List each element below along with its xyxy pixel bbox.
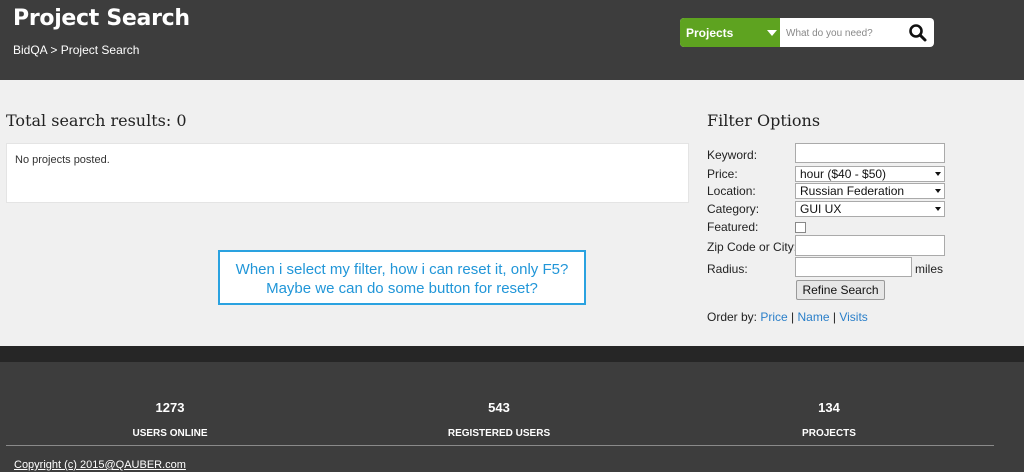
annotation-comment-text: When i select my filter, how i can reset…	[235, 261, 569, 297]
price-select[interactable]: hour ($40 - $50)	[795, 166, 945, 182]
stat-users-online: 1273 USERS ONLINE	[70, 400, 270, 439]
breadcrumb-current: Project Search	[60, 43, 140, 57]
order-by-separator: |	[791, 310, 795, 324]
search-bar: Projects	[680, 18, 934, 47]
stat-projects: 134 PROJECTS	[729, 400, 929, 439]
stat-value: 543	[488, 400, 510, 415]
chevron-down-icon	[935, 189, 941, 193]
filter-title: Filter Options	[707, 111, 821, 130]
copyright-link[interactable]: Copyright (c) 2015@QAUBER.com	[14, 459, 186, 471]
order-by-visits-link[interactable]: Visits	[839, 310, 867, 324]
chevron-down-icon	[935, 172, 941, 176]
chevron-down-icon	[935, 207, 941, 211]
stat-label: USERS ONLINE	[132, 428, 208, 439]
radius-input[interactable]	[795, 257, 912, 277]
search-icon[interactable]	[908, 23, 928, 43]
refine-search-button[interactable]: Refine Search	[796, 280, 885, 300]
order-by-separator: |	[832, 310, 836, 324]
search-category-dropdown[interactable]: Projects	[680, 18, 780, 47]
order-by-label: Order by:	[707, 310, 758, 324]
location-select-value: Russian Federation	[800, 184, 905, 198]
featured-label: Featured:	[707, 220, 759, 234]
results-title: Total search results: 0	[6, 111, 187, 130]
footer: 1273 USERS ONLINE 543 REGISTERED USERS 1…	[0, 362, 1024, 472]
order-by: Order by: Price | Name | Visits	[707, 310, 868, 324]
page-title: Project Search	[13, 6, 190, 31]
keyword-label: Keyword:	[707, 148, 758, 162]
location-label: Location:	[707, 184, 756, 198]
search-input[interactable]	[784, 22, 898, 44]
empty-results-message: No projects posted.	[15, 154, 110, 166]
price-label: Price:	[707, 167, 738, 181]
footer-divider	[6, 445, 994, 446]
category-select-value: GUI UX	[800, 202, 842, 216]
stat-value: 1273	[155, 400, 185, 415]
category-label: Category:	[707, 202, 760, 216]
stat-label: PROJECTS	[802, 428, 856, 439]
category-select[interactable]: GUI UX	[795, 201, 945, 217]
stat-registered-users: 543 REGISTERED USERS	[399, 400, 599, 439]
search-category-label: Projects	[686, 26, 734, 40]
footer-divider-strip	[0, 346, 1024, 362]
featured-checkbox[interactable]	[795, 222, 806, 233]
stat-value: 134	[818, 400, 840, 415]
keyword-input[interactable]	[795, 143, 945, 163]
radius-unit: miles	[915, 262, 944, 276]
location-select[interactable]: Russian Federation	[795, 183, 945, 199]
order-by-price-link[interactable]: Price	[760, 310, 787, 324]
breadcrumb-home-link[interactable]: BidQA	[13, 43, 47, 57]
zip-input[interactable]	[795, 235, 945, 256]
breadcrumb-separator: >	[50, 43, 58, 57]
order-by-name-link[interactable]: Name	[798, 310, 830, 324]
price-select-value: hour ($40 - $50)	[800, 167, 887, 181]
breadcrumb: BidQA > Project Search	[13, 43, 139, 57]
radius-label: Radius:	[707, 262, 748, 276]
results-panel: No projects posted.	[6, 143, 689, 203]
zip-label: Zip Code or City:	[707, 240, 798, 254]
chevron-down-icon	[767, 30, 777, 36]
stat-label: REGISTERED USERS	[447, 428, 551, 439]
header: Project Search BidQA > Project Search Pr…	[0, 0, 1024, 80]
annotation-comment: When i select my filter, how i can reset…	[218, 250, 586, 305]
